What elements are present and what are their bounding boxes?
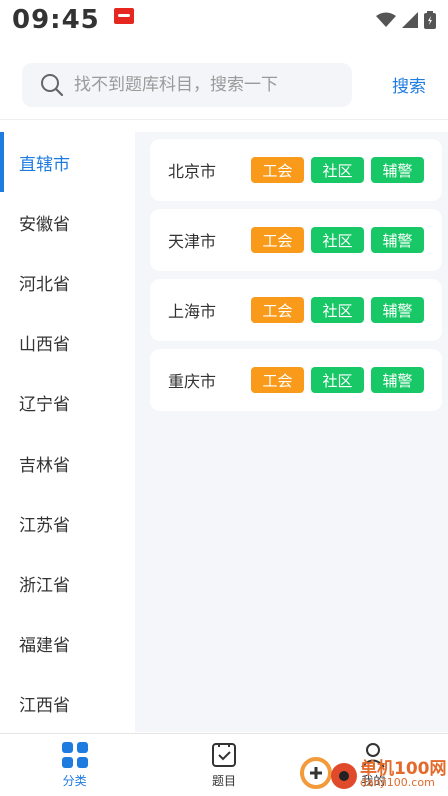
city-card-chongqing[interactable]: 重庆市 工会 社区 辅警: [150, 349, 442, 411]
tag-auxiliary-police[interactable]: 辅警: [371, 227, 424, 253]
tag-community[interactable]: 社区: [311, 367, 364, 393]
status-icons: [376, 11, 436, 29]
sidebar-item-label: 河北省: [19, 274, 70, 295]
sidebar-item-jiangsu[interactable]: 江苏省: [0, 493, 135, 553]
tag-auxiliary-police[interactable]: 辅警: [371, 157, 424, 183]
status-time: 09:45: [12, 5, 100, 35]
search-button[interactable]: 搜索: [392, 72, 426, 97]
checklist-icon: [211, 743, 236, 767]
sidebar-item-label: 山西省: [19, 335, 70, 356]
sidebar-item-label: 浙江省: [19, 575, 70, 596]
province-sidebar: 直辖市 安徽省 河北省 山西省 辽宁省 吉林省 江苏省 浙江省 福建省 江西省: [0, 132, 135, 732]
city-list: 北京市 工会 社区 辅警 天津市 工会 社区 辅警 上海市 工会 社区 辅警 重…: [135, 132, 448, 732]
tag-community[interactable]: 社区: [311, 297, 364, 323]
city-name: 上海市: [168, 302, 217, 321]
app-notification-icon: [113, 8, 134, 24]
search-box[interactable]: [22, 62, 352, 107]
search-header: 搜索: [0, 50, 448, 120]
tag-group: 工会 社区 辅警: [251, 297, 424, 323]
city-name: 北京市: [168, 162, 217, 181]
tag-auxiliary-police[interactable]: 辅警: [371, 297, 424, 323]
tab-category[interactable]: 分类: [0, 734, 149, 796]
tab-label: 我的: [361, 774, 386, 788]
tag-auxiliary-police[interactable]: 辅警: [371, 367, 424, 393]
sidebar-item-zhejiang[interactable]: 浙江省: [0, 553, 135, 613]
user-icon: [361, 743, 386, 768]
sidebar-item-jilin[interactable]: 吉林省: [0, 433, 135, 493]
search-icon: [41, 73, 64, 96]
grid-icon: [61, 742, 88, 768]
city-name: 天津市: [168, 232, 217, 251]
sidebar-item-label: 安徽省: [19, 214, 70, 235]
tab-label: 题目: [211, 774, 236, 788]
city-name: 重庆市: [168, 372, 217, 391]
sidebar-item-liaoning[interactable]: 辽宁省: [0, 373, 135, 433]
sidebar-item-jiangxi[interactable]: 江西省: [0, 674, 135, 734]
tag-union[interactable]: 工会: [251, 297, 304, 323]
sidebar-item-anhui[interactable]: 安徽省: [0, 192, 135, 252]
sidebar-item-label: 江西省: [19, 696, 70, 717]
sidebar-item-label: 吉林省: [19, 455, 70, 476]
tag-union[interactable]: 工会: [251, 367, 304, 393]
sidebar-item-hebei[interactable]: 河北省: [0, 252, 135, 312]
tag-union[interactable]: 工会: [251, 227, 304, 253]
tag-group: 工会 社区 辅警: [251, 367, 424, 393]
signal-icon: [402, 12, 418, 28]
sidebar-item-fujian[interactable]: 福建省: [0, 614, 135, 674]
main-content: 直辖市 安徽省 河北省 山西省 辽宁省 吉林省 江苏省 浙江省 福建省 江西省 …: [0, 132, 448, 732]
search-input[interactable]: [74, 74, 344, 95]
tag-group: 工会 社区 辅警: [251, 157, 424, 183]
city-card-tianjin[interactable]: 天津市 工会 社区 辅警: [150, 209, 442, 271]
status-bar: 09:45: [0, 0, 448, 40]
tag-community[interactable]: 社区: [311, 157, 364, 183]
tab-questions[interactable]: 题目: [149, 734, 298, 796]
sidebar-item-zhixiashi[interactable]: 直辖市: [0, 132, 135, 193]
sidebar-item-shanxi[interactable]: 山西省: [0, 313, 135, 373]
sidebar-item-label: 辽宁省: [19, 395, 70, 416]
sidebar-item-label: 直辖市: [19, 154, 70, 175]
tag-group: 工会 社区 辅警: [251, 227, 424, 253]
tag-community[interactable]: 社区: [311, 227, 364, 253]
city-card-beijing[interactable]: 北京市 工会 社区 辅警: [150, 139, 442, 201]
wifi-icon: [376, 12, 396, 27]
sidebar-item-label: 福建省: [19, 636, 70, 657]
sidebar-item-label: 江苏省: [19, 515, 70, 536]
tag-union[interactable]: 工会: [251, 157, 304, 183]
bottom-tab-bar: 分类 题目 我的: [0, 733, 448, 796]
tab-label: 分类: [62, 774, 87, 788]
battery-icon: [424, 11, 436, 29]
city-card-shanghai[interactable]: 上海市 工会 社区 辅警: [150, 279, 442, 341]
tab-profile[interactable]: 我的: [299, 734, 448, 796]
